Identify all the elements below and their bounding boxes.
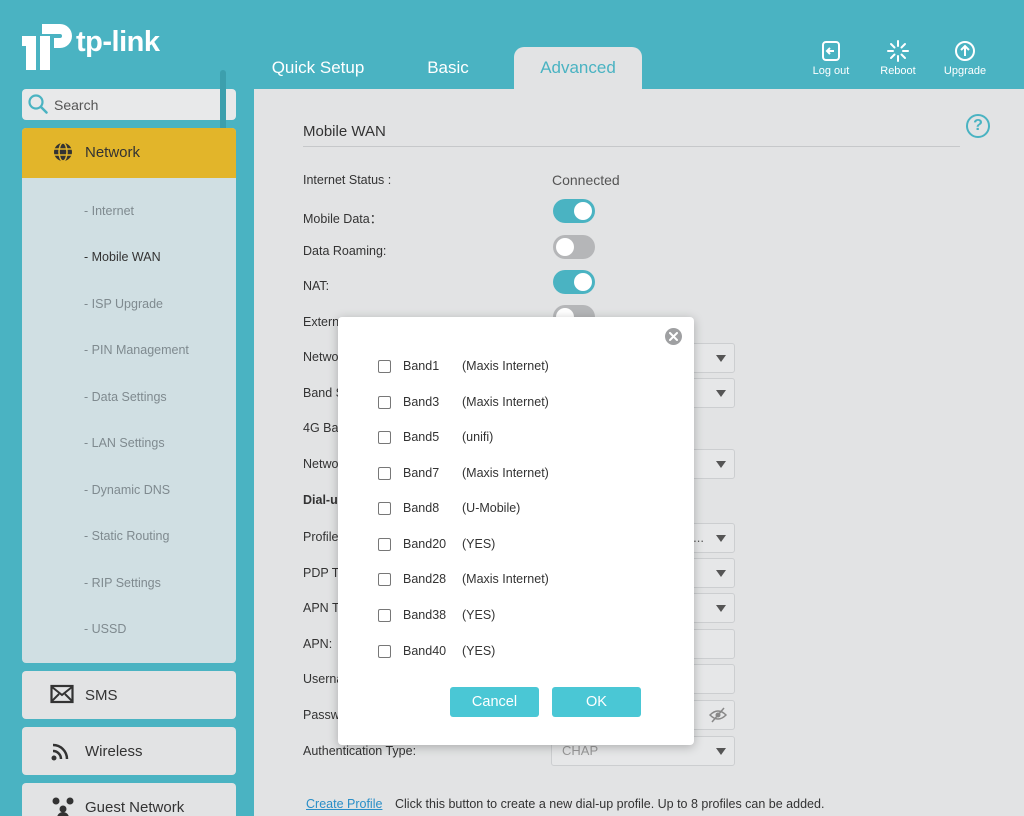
cancel-button[interactable]: Cancel — [450, 687, 539, 717]
band-name: Band5 — [403, 430, 440, 444]
band-option[interactable]: Band40 (YES) — [378, 642, 668, 662]
band-name: Band3 — [403, 395, 440, 409]
band-option[interactable]: Band1 (Maxis Internet) — [378, 357, 668, 377]
band-name: Band20 — [403, 537, 447, 551]
band-option[interactable]: Band8 (U-Mobile) — [378, 499, 668, 519]
band-carrier: (Maxis Internet) — [462, 466, 549, 480]
band-option[interactable]: Band7 (Maxis Internet) — [378, 464, 668, 484]
band-carrier: (Maxis Internet) — [462, 359, 549, 373]
band-checkbox[interactable] — [378, 467, 391, 480]
band-selection-dialog: Band1 (Maxis Internet) Band3 (Maxis Inte… — [338, 317, 694, 745]
band-carrier: (Maxis Internet) — [462, 395, 549, 409]
band-option[interactable]: Band20 (YES) — [378, 535, 668, 555]
band-checkbox[interactable] — [378, 609, 391, 622]
band-name: Band1 — [403, 359, 440, 373]
band-checkbox[interactable] — [378, 502, 391, 515]
band-carrier: (unifi) — [462, 430, 494, 444]
band-name: Band8 — [403, 501, 440, 515]
band-checkbox[interactable] — [378, 431, 391, 444]
band-option[interactable]: Band5 (unifi) — [378, 428, 668, 448]
band-name: Band7 — [403, 466, 440, 480]
band-checkbox[interactable] — [378, 573, 391, 586]
band-checkbox[interactable] — [378, 360, 391, 373]
band-name: Band28 — [403, 572, 447, 586]
band-option[interactable]: Band28 (Maxis Internet) — [378, 570, 668, 590]
band-carrier: (YES) — [462, 644, 496, 658]
band-option[interactable]: Band38 (YES) — [378, 606, 668, 626]
band-carrier: (U-Mobile) — [462, 501, 521, 515]
band-carrier: (YES) — [462, 537, 496, 551]
close-button[interactable] — [665, 328, 682, 345]
band-option[interactable]: Band3 (Maxis Internet) — [378, 393, 668, 413]
ok-button[interactable]: OK — [552, 687, 641, 717]
band-checkbox[interactable] — [378, 645, 391, 658]
band-carrier: (Maxis Internet) — [462, 572, 549, 586]
band-name: Band38 — [403, 608, 447, 622]
band-carrier: (YES) — [462, 608, 496, 622]
band-name: Band40 — [403, 644, 447, 658]
close-icon — [669, 332, 678, 341]
band-checkbox[interactable] — [378, 538, 391, 551]
band-checkbox[interactable] — [378, 396, 391, 409]
